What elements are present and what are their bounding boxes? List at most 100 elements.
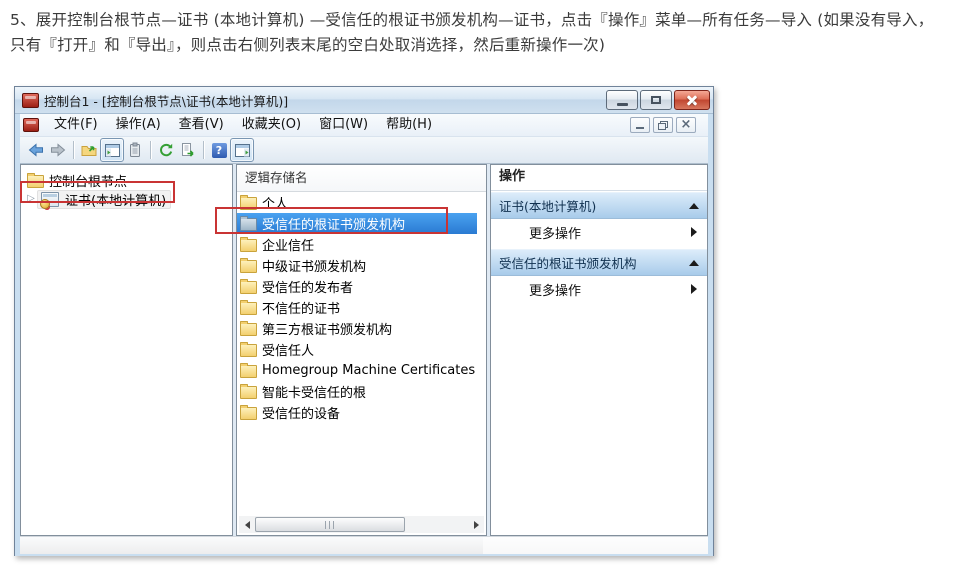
folder-icon — [240, 386, 257, 399]
list-item-label: 受信任的设备 — [262, 403, 340, 422]
list-item-label: 企业信任 — [262, 235, 314, 254]
more-actions-item[interactable]: 更多操作 — [491, 219, 707, 245]
list-item-label: 智能卡受信任的根 — [262, 382, 366, 401]
back-button[interactable] — [25, 139, 47, 161]
close-button[interactable] — [674, 90, 710, 110]
annotation-box-tree-certificates — [20, 181, 175, 203]
menu-window[interactable]: 窗口(W) — [310, 114, 377, 136]
menubar: 文件(F) 操作(A) 查看(V) 收藏夹(O) 窗口(W) 帮助(H) × — [20, 114, 708, 137]
collapse-icon[interactable] — [689, 260, 699, 266]
mdi-minimize-button[interactable] — [630, 117, 650, 133]
mmc-window: 控制台1 - [控制台根节点\证书(本地计算机)] 文件(F) 操作(A) 查看… — [14, 86, 714, 556]
instruction-line-2: 只有『打开』和『导出』，则点击右侧列表末尾的空白处取消选择，然后重新操作一次) — [10, 33, 960, 58]
instruction-text: 5、展开控制台根节点—证书 (本地计算机) —受信任的根证书颁发机构—证书，点击… — [10, 8, 960, 58]
scroll-right-button[interactable] — [468, 516, 484, 533]
menu-favorites[interactable]: 收藏夹(O) — [233, 114, 310, 136]
list-item[interactable]: 受信任的发布者 — [237, 276, 477, 297]
mdi-window-buttons: × — [627, 117, 696, 133]
more-actions-item[interactable]: 更多操作 — [491, 276, 707, 302]
close-icon — [686, 94, 698, 106]
list-item[interactable]: 企业信任 — [237, 234, 477, 255]
scroll-left-button[interactable] — [239, 516, 255, 533]
titlebar[interactable]: 控制台1 - [控制台根节点\证书(本地计算机)] — [15, 87, 713, 114]
export-list-button[interactable] — [177, 139, 199, 161]
horizontal-scrollbar[interactable] — [239, 516, 484, 533]
statusbar — [20, 536, 708, 554]
action-section-certificates[interactable]: 证书(本地计算机) — [491, 192, 707, 219]
action-section-title: 受信任的根证书颁发机构 — [499, 253, 689, 272]
actions-pane: 操作 证书(本地计算机) 更多操作 受信任的根证书颁发机构 更多操作 — [490, 164, 708, 536]
folder-icon — [240, 302, 257, 315]
list-item-label: Homegroup Machine Certificates — [262, 363, 475, 378]
back-icon — [28, 142, 44, 158]
toolbar-separator — [203, 141, 204, 159]
toolbar-separator — [150, 141, 151, 159]
page: 5、展开控制台根节点—证书 (本地计算机) —受信任的根证书颁发机构—证书，点击… — [0, 0, 968, 570]
mdi-close-button[interactable]: × — [676, 117, 696, 133]
list-item[interactable]: 受信任人 — [237, 339, 477, 360]
titlebar-buttons — [604, 90, 710, 110]
maximize-icon — [651, 96, 661, 104]
instruction-line-1: 5、展开控制台根节点—证书 (本地计算机) —受信任的根证书颁发机构—证书，点击… — [10, 8, 960, 33]
help-icon: ? — [212, 143, 227, 158]
forward-icon — [50, 142, 66, 158]
clipboard-icon — [127, 142, 143, 158]
mmc-app-icon — [23, 118, 39, 132]
paste-button[interactable] — [124, 139, 146, 161]
export-list-icon — [180, 142, 196, 158]
mdi-minimize-icon — [636, 127, 644, 129]
menu-file[interactable]: 文件(F) — [45, 114, 107, 136]
up-folder-button[interactable] — [78, 139, 100, 161]
mmc-app-icon — [22, 93, 39, 108]
refresh-icon — [158, 142, 174, 158]
action-section-title: 证书(本地计算机) — [499, 196, 689, 215]
refresh-button[interactable] — [155, 139, 177, 161]
minimize-button[interactable] — [606, 90, 638, 110]
scroll-right-icon — [474, 521, 479, 529]
folder-icon — [240, 365, 257, 378]
list-item[interactable]: 不信任的证书 — [237, 297, 477, 318]
toolbar-separator — [73, 141, 74, 159]
minimize-icon — [617, 103, 628, 106]
console-tree-toggle-icon — [105, 144, 120, 157]
folder-icon — [240, 344, 257, 357]
scrollbar-track[interactable] — [255, 516, 468, 533]
mdi-restore-button[interactable] — [653, 117, 673, 133]
mdi-restore-icon — [658, 121, 668, 130]
expand-icon — [691, 227, 697, 237]
up-folder-icon — [81, 142, 97, 158]
folder-icon — [240, 239, 257, 252]
list-item-label: 受信任的发布者 — [262, 277, 353, 296]
collapse-icon[interactable] — [689, 203, 699, 209]
more-actions-label: 更多操作 — [529, 280, 691, 299]
folder-icon — [240, 407, 257, 420]
watermark-overlay — [483, 537, 708, 554]
folder-icon — [240, 260, 257, 273]
list-item[interactable]: 第三方根证书颁发机构 — [237, 318, 477, 339]
menu-help[interactable]: 帮助(H) — [377, 114, 441, 136]
list-item[interactable]: 受信任的设备 — [237, 402, 477, 423]
list-item[interactable]: 智能卡受信任的根 — [237, 381, 477, 402]
menu-action[interactable]: 操作(A) — [107, 114, 170, 136]
list-item[interactable]: 中级证书颁发机构 — [237, 255, 477, 276]
scrollbar-thumb[interactable] — [255, 517, 405, 532]
actions-pane-title: 操作 — [491, 165, 707, 191]
action-section-trusted-root[interactable]: 受信任的根证书颁发机构 — [491, 249, 707, 276]
window-title: 控制台1 - [控制台根节点\证书(本地计算机)] — [44, 91, 604, 110]
scroll-left-icon — [245, 521, 250, 529]
help-button[interactable]: ? — [208, 139, 230, 161]
more-actions-label: 更多操作 — [529, 223, 691, 242]
action-pane-toggle-button[interactable] — [230, 138, 254, 162]
action-pane-toggle-icon — [235, 144, 250, 157]
menu-view[interactable]: 查看(V) — [170, 114, 233, 136]
annotation-box-trusted-root — [215, 207, 448, 234]
console-tree-pane: 控制台根节点 ▷ 证书(本地计算机) — [20, 164, 233, 536]
list-item-label: 不信任的证书 — [262, 298, 340, 317]
list-item-label: 中级证书颁发机构 — [262, 256, 366, 275]
maximize-button[interactable] — [640, 90, 672, 110]
list-item[interactable]: Homegroup Machine Certificates — [237, 360, 477, 381]
list-column-header[interactable]: 逻辑存储名 — [237, 165, 486, 192]
forward-button[interactable] — [47, 139, 69, 161]
console-tree-toggle-button[interactable] — [100, 138, 124, 162]
expand-icon — [691, 284, 697, 294]
